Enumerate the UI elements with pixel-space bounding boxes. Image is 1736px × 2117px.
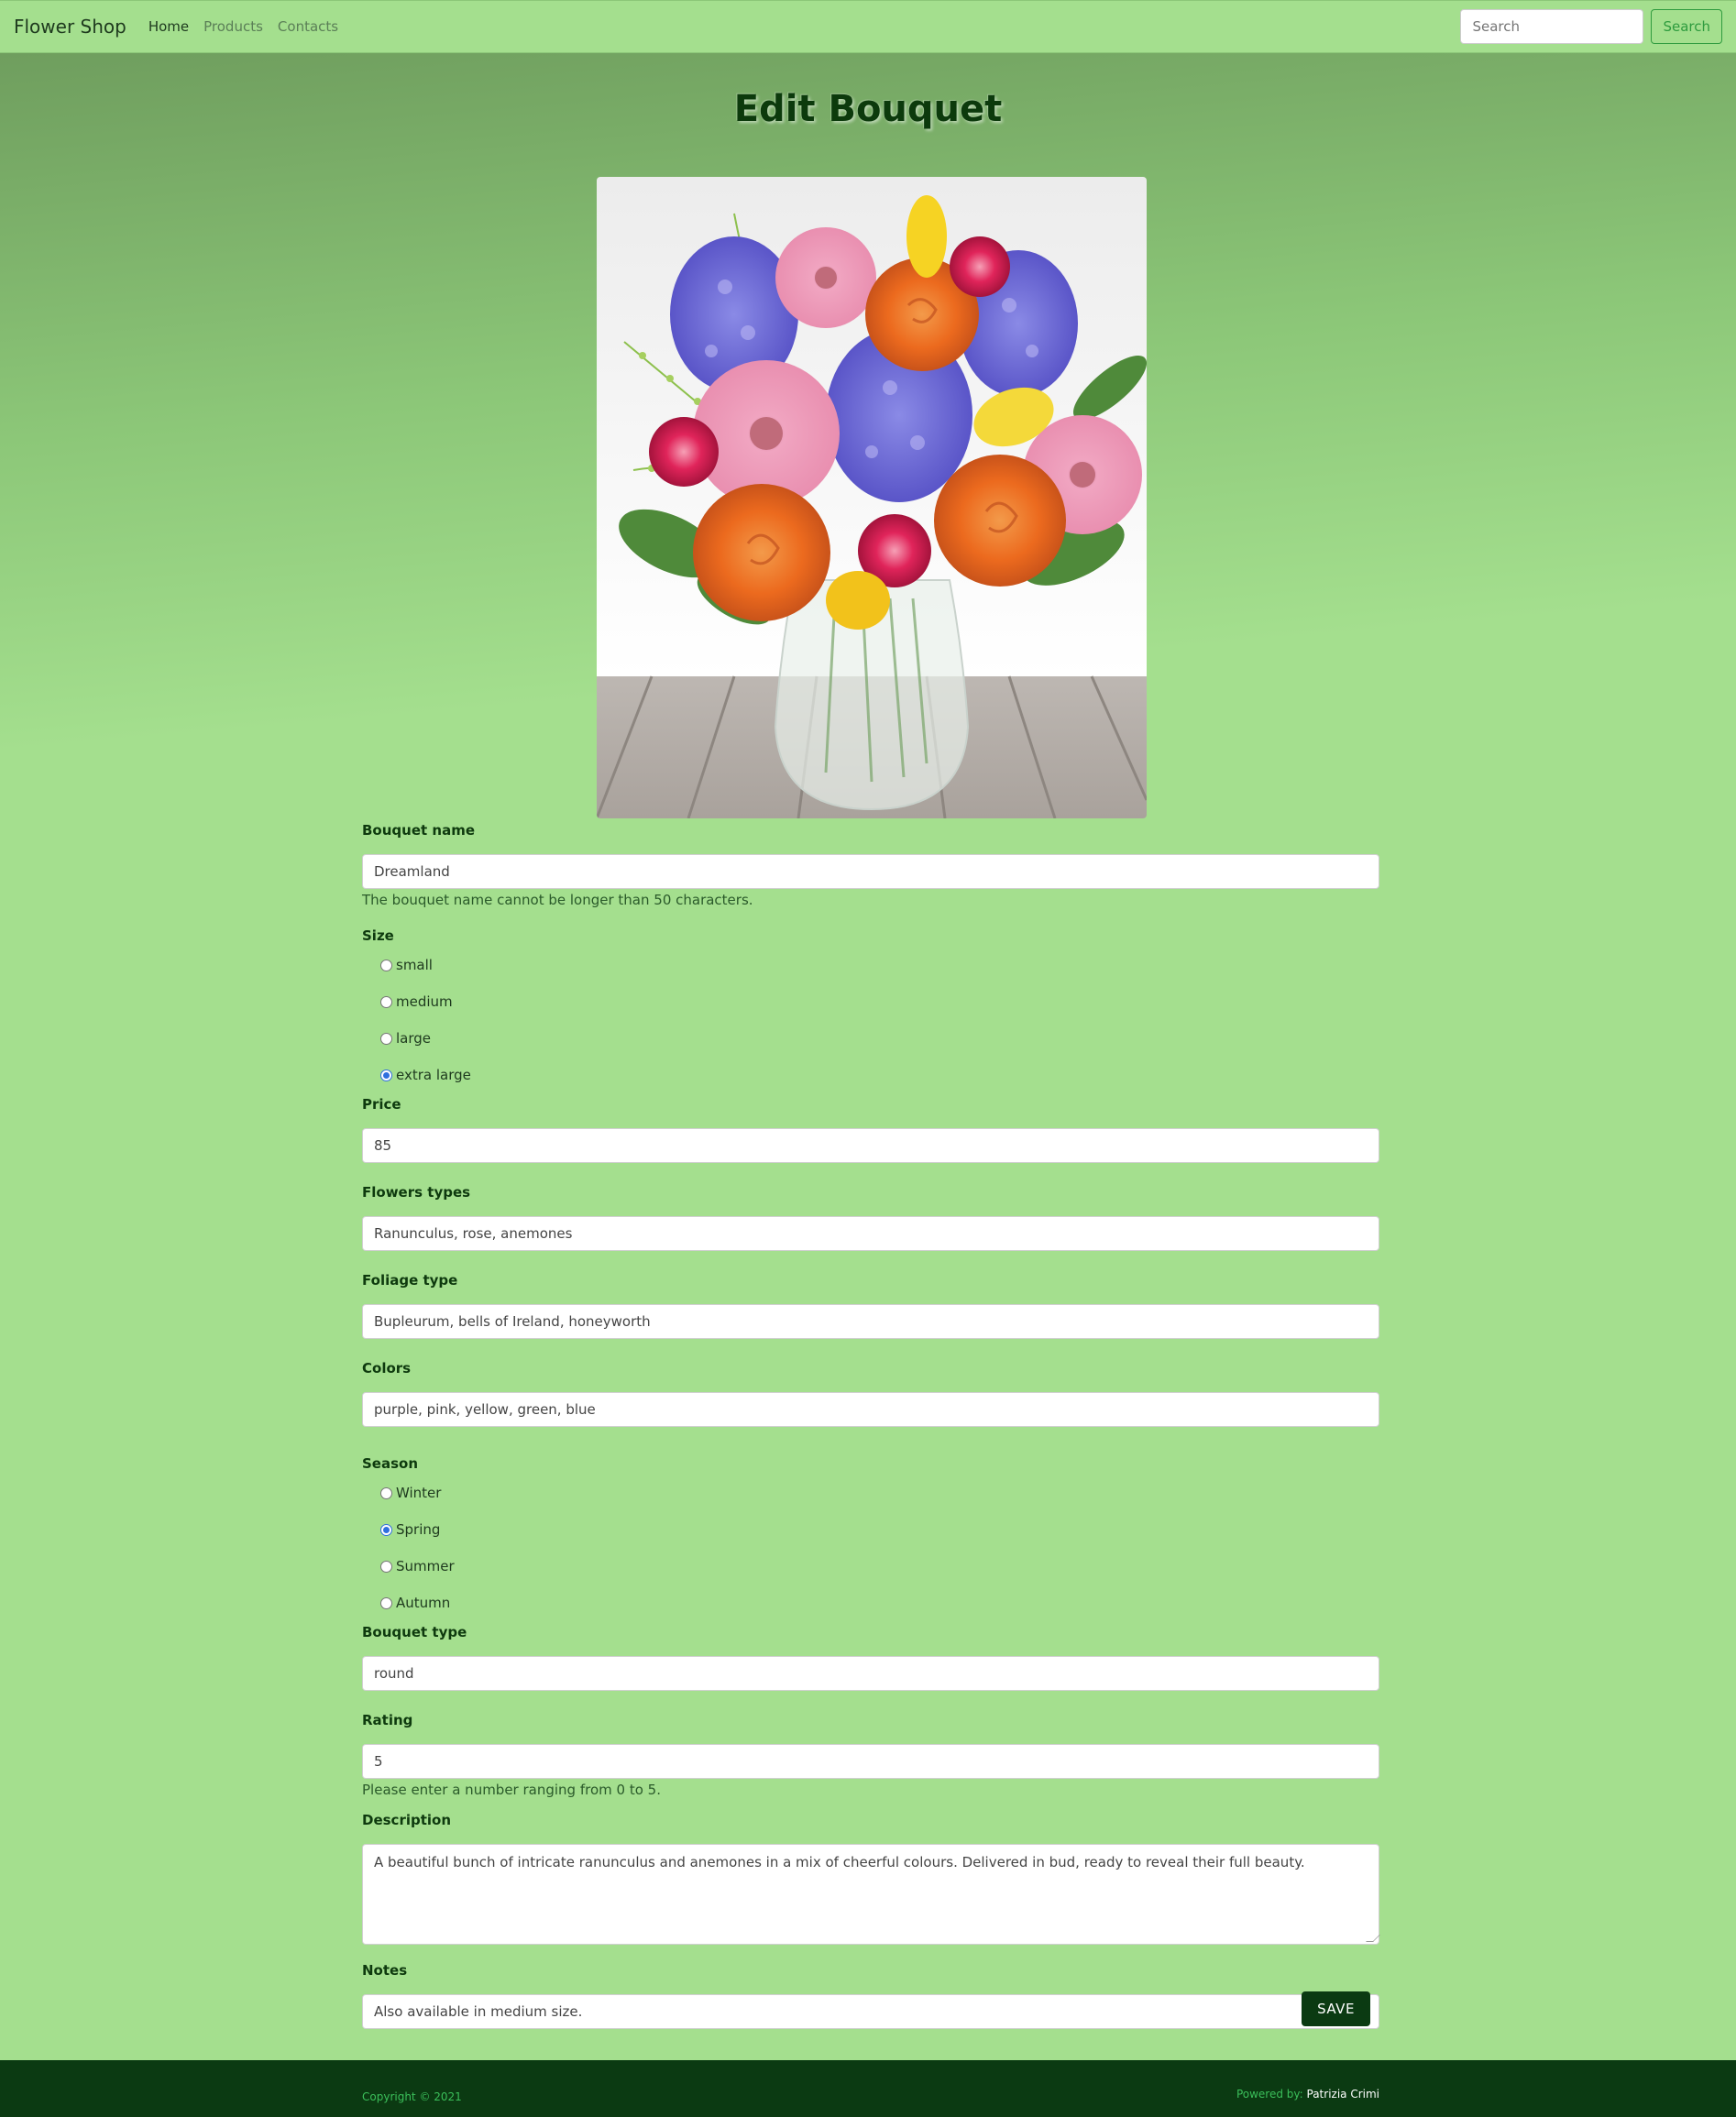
save-button[interactable]: SAVE — [1302, 1991, 1370, 2026]
size-option-medium[interactable]: medium — [362, 983, 1379, 1020]
nav-link-contacts[interactable]: Contacts — [278, 18, 338, 35]
foliage-type-input[interactable]: Bupleurum, bells of Ireland, honeyworth — [362, 1304, 1379, 1339]
powered-by: Powered by: Patrizia Crimi — [1236, 2088, 1379, 2101]
edit-bouquet-form: Bouquet name Dreamland The bouquet name … — [362, 819, 1380, 2029]
rating-help: Please enter a number ranging from 0 to … — [362, 1782, 661, 1798]
copyright-text: Copyright © 2021 — [362, 2090, 462, 2103]
price-label: Price — [362, 1096, 401, 1113]
size-option-extra-large[interactable]: extra large — [362, 1057, 1379, 1093]
flowers-types-value: Ranunculus, rose, anemones — [374, 1225, 573, 1242]
bouquet-type-value: round — [374, 1665, 414, 1682]
radio-checked-icon[interactable] — [380, 1069, 392, 1081]
season-option-label: Spring — [396, 1521, 441, 1538]
flowers-types-label: Flowers types — [362, 1184, 471, 1201]
colors-value: purple, pink, yellow, green, blue — [374, 1401, 596, 1418]
size-option-label: large — [396, 1030, 432, 1047]
resize-grip-icon[interactable] — [1366, 1935, 1380, 1942]
bouquet-type-input[interactable]: round — [362, 1656, 1379, 1691]
season-label: Season — [362, 1455, 419, 1472]
bouquet-name-help: The bouquet name cannot be longer than 5… — [362, 892, 753, 908]
foliage-type-label: Foliage type — [362, 1272, 458, 1289]
radio-checked-icon[interactable] — [380, 1523, 392, 1536]
description-value: A beautiful bunch of intricate ranunculu… — [374, 1854, 1305, 1870]
bouquet-type-label: Bouquet type — [362, 1624, 467, 1640]
nav-link-products[interactable]: Products — [203, 18, 263, 35]
description-textarea[interactable]: A beautiful bunch of intricate ranunculu… — [362, 1844, 1380, 1945]
notes-value: Also available in medium size. — [374, 2003, 583, 2020]
brand-logo[interactable]: Flower Shop — [14, 16, 126, 38]
colors-input[interactable]: purple, pink, yellow, green, blue — [362, 1392, 1379, 1427]
notes-input[interactable]: Also available in medium size. — [362, 1994, 1379, 2029]
rating-input[interactable]: 5 — [362, 1744, 1379, 1779]
colors-label: Colors — [362, 1360, 412, 1377]
radio-icon[interactable] — [380, 1486, 392, 1499]
rating-value: 5 — [374, 1753, 383, 1770]
bouquet-name-value: Dreamland — [374, 863, 450, 880]
season-option-label: Winter — [396, 1485, 442, 1501]
season-option-spring[interactable]: Spring — [362, 1511, 1379, 1548]
radio-icon[interactable] — [380, 995, 392, 1008]
radio-icon[interactable] — [380, 1560, 392, 1573]
nav-link-home[interactable]: Home — [148, 18, 189, 35]
page-title: Edit Bouquet — [733, 88, 1003, 130]
season-option-label: Autumn — [396, 1595, 451, 1611]
size-option-label: extra large — [396, 1067, 471, 1083]
size-option-small[interactable]: small — [362, 947, 1379, 983]
bouquet-name-input[interactable]: Dreamland — [362, 854, 1379, 889]
radio-icon[interactable] — [380, 959, 392, 971]
bouquet-image — [597, 177, 1147, 818]
bouquet-name-label: Bouquet name — [362, 822, 476, 839]
notes-label: Notes — [362, 1962, 408, 1979]
search-input[interactable] — [1460, 9, 1644, 44]
powered-by-label: Powered by: — [1236, 2088, 1303, 2101]
radio-icon[interactable] — [380, 1032, 392, 1045]
powered-by-name: Patrizia Crimi — [1306, 2088, 1380, 2101]
season-option-label: Summer — [396, 1558, 455, 1574]
price-value: 85 — [374, 1137, 392, 1154]
price-input[interactable]: 85 — [362, 1128, 1379, 1163]
size-label: Size — [362, 927, 394, 944]
navbar: Flower Shop Home Products Contacts Searc… — [0, 0, 1736, 53]
season-option-summer[interactable]: Summer — [362, 1548, 1379, 1585]
foliage-type-value: Bupleurum, bells of Ireland, honeyworth — [374, 1313, 651, 1330]
rating-label: Rating — [362, 1712, 413, 1728]
footer: Copyright © 2021 Powered by: Patrizia Cr… — [0, 2060, 1736, 2117]
size-option-label: small — [396, 957, 433, 973]
flowers-types-input[interactable]: Ranunculus, rose, anemones — [362, 1216, 1379, 1251]
search-button[interactable]: Search — [1651, 9, 1722, 44]
season-option-winter[interactable]: Winter — [362, 1475, 1379, 1511]
size-option-large[interactable]: large — [362, 1020, 1379, 1057]
season-option-autumn[interactable]: Autumn — [362, 1585, 1379, 1621]
description-label: Description — [362, 1812, 452, 1828]
size-option-label: medium — [396, 993, 453, 1010]
radio-icon[interactable] — [380, 1596, 392, 1609]
